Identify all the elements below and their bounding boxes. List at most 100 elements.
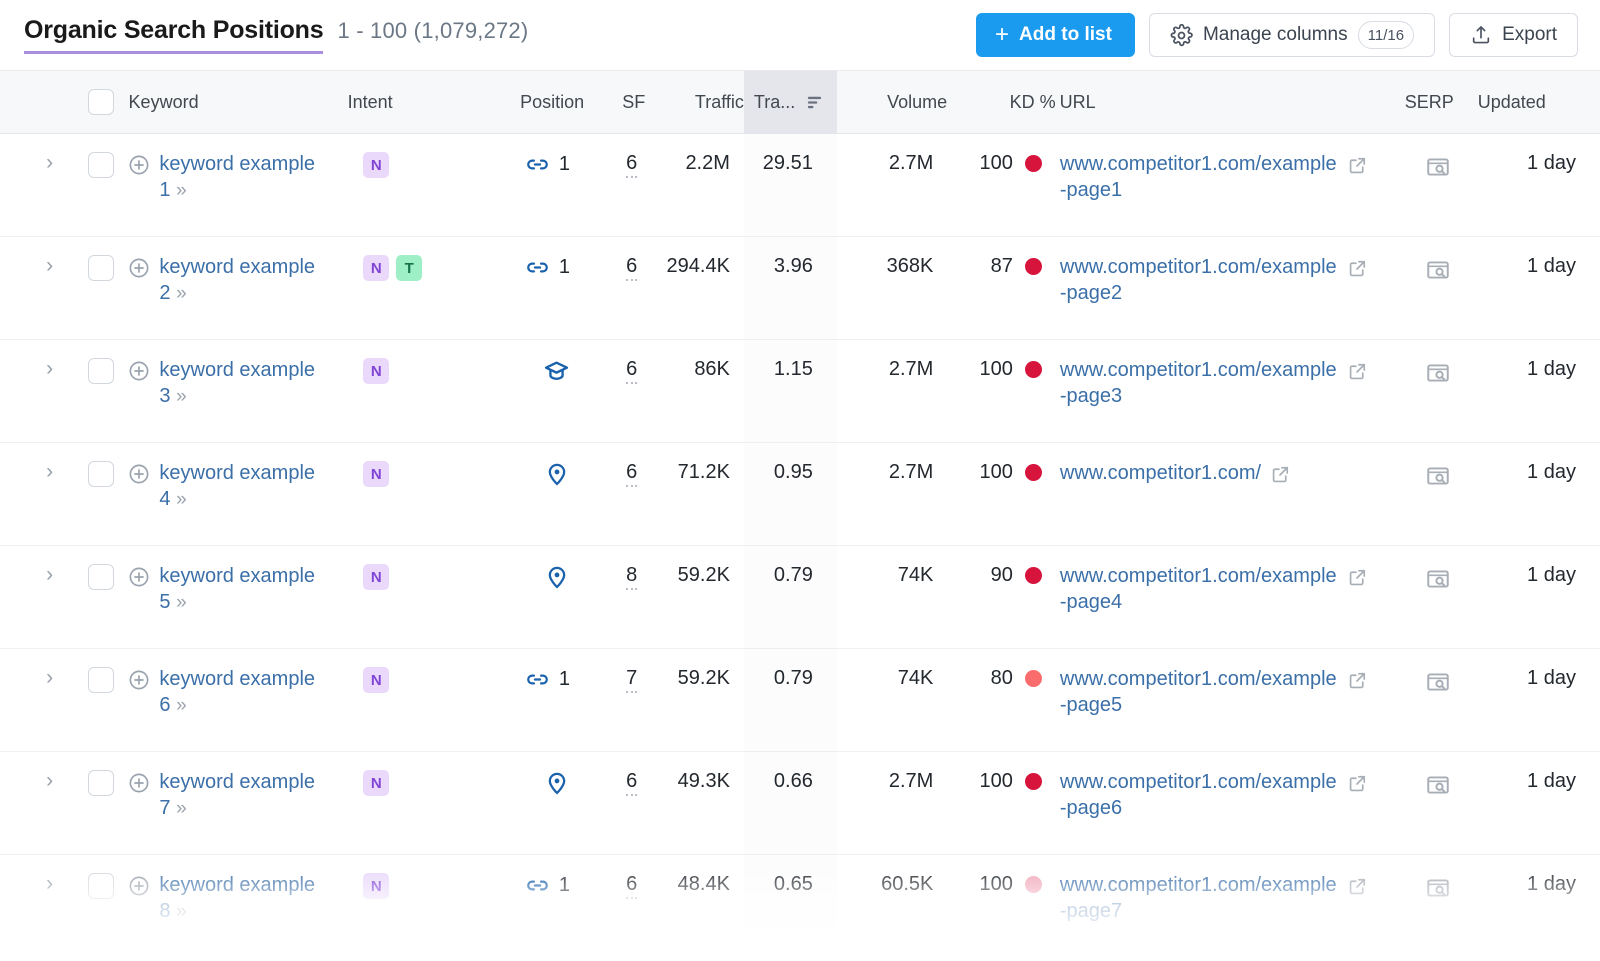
intent-badge-n[interactable]: N bbox=[363, 358, 389, 384]
row-select-cell[interactable] bbox=[77, 855, 124, 958]
add-to-list-button[interactable]: + Add to list bbox=[976, 13, 1135, 57]
intent-badge-n[interactable]: N bbox=[363, 564, 389, 590]
chevron-right-icon[interactable]: › bbox=[46, 873, 53, 894]
row-select-cell[interactable] bbox=[77, 649, 124, 751]
chevron-right-icon[interactable]: › bbox=[46, 667, 53, 688]
row-expand-cell[interactable]: › bbox=[22, 546, 77, 648]
keyword-more-icon[interactable]: » bbox=[176, 180, 186, 201]
row-checkbox[interactable] bbox=[88, 564, 114, 590]
keyword-more-icon[interactable]: » bbox=[176, 386, 186, 407]
url-link[interactable]: www.competitor1.com/example-page2 bbox=[1060, 255, 1338, 306]
url-link[interactable]: www.competitor1.com/example-page5 bbox=[1060, 667, 1338, 718]
row-expand-cell[interactable]: › bbox=[22, 340, 77, 442]
row-expand-cell[interactable]: › bbox=[22, 649, 77, 751]
keyword-link[interactable]: keyword example 5 » bbox=[159, 564, 331, 615]
row-expand-cell[interactable]: › bbox=[22, 443, 77, 545]
chevron-right-icon[interactable]: › bbox=[46, 358, 53, 379]
table-row[interactable]: ›keyword example 4 »N671.2K0.952.7M100ww… bbox=[0, 443, 1600, 546]
row-expand-cell[interactable]: › bbox=[22, 134, 77, 236]
keyword-link[interactable]: keyword example 7 » bbox=[159, 770, 331, 821]
url-link[interactable]: www.competitor1.com/example-page6 bbox=[1060, 770, 1338, 821]
external-link-icon[interactable] bbox=[1347, 258, 1368, 279]
row-checkbox[interactable] bbox=[88, 873, 114, 899]
chevron-right-icon[interactable]: › bbox=[46, 461, 53, 482]
row-checkbox[interactable] bbox=[88, 770, 114, 796]
keyword-link[interactable]: keyword example 1 » bbox=[159, 152, 331, 203]
row-checkbox[interactable] bbox=[88, 358, 114, 384]
keyword-link[interactable]: keyword example 8 » bbox=[159, 873, 331, 924]
header-sf[interactable]: SF bbox=[584, 71, 645, 133]
select-all-checkbox[interactable] bbox=[88, 89, 114, 115]
table-row[interactable]: ›keyword example 1 »N162.2M29.512.7M100w… bbox=[0, 134, 1600, 237]
header-keyword[interactable]: Keyword bbox=[125, 71, 338, 133]
url-link[interactable]: www.competitor1.com/example-page3 bbox=[1060, 358, 1338, 409]
keyword-more-icon[interactable]: » bbox=[176, 489, 186, 510]
external-link-icon[interactable] bbox=[1347, 670, 1368, 691]
url-link[interactable]: www.competitor1.com/example-page7 bbox=[1060, 873, 1338, 924]
keyword-more-icon[interactable]: » bbox=[176, 798, 186, 819]
serp-preview-icon[interactable] bbox=[1425, 154, 1451, 180]
serp-preview-icon[interactable] bbox=[1425, 772, 1451, 798]
intent-badge-t[interactable]: T bbox=[396, 255, 422, 281]
table-row[interactable]: ›keyword example 7 »N649.3K0.662.7M100ww… bbox=[0, 752, 1600, 855]
serp-preview-icon[interactable] bbox=[1425, 463, 1451, 489]
header-serp[interactable]: SERP bbox=[1403, 71, 1474, 133]
manage-columns-button[interactable]: Manage columns 11/16 bbox=[1149, 13, 1435, 57]
table-row[interactable]: ›keyword example 3 »N686K1.152.7M100www.… bbox=[0, 340, 1600, 443]
row-checkbox[interactable] bbox=[88, 461, 114, 487]
row-select-cell[interactable] bbox=[77, 340, 124, 442]
keyword-link[interactable]: keyword example 2 » bbox=[159, 255, 331, 306]
plus-circle-icon[interactable] bbox=[128, 257, 150, 279]
row-select-cell[interactable] bbox=[77, 546, 124, 648]
row-select-cell[interactable] bbox=[77, 752, 124, 854]
header-volume[interactable]: Volume bbox=[837, 71, 947, 133]
table-row[interactable]: ›keyword example 6 »N1759.2K0.7974K80www… bbox=[0, 649, 1600, 752]
keyword-link[interactable]: keyword example 6 » bbox=[159, 667, 331, 718]
row-select-cell[interactable] bbox=[77, 237, 124, 339]
external-link-icon[interactable] bbox=[1270, 464, 1291, 485]
export-button[interactable]: Export bbox=[1449, 13, 1578, 57]
external-link-icon[interactable] bbox=[1347, 773, 1368, 794]
table-row[interactable]: ›keyword example 5 »N859.2K0.7974K90www.… bbox=[0, 546, 1600, 649]
header-traffic[interactable]: Traffic bbox=[645, 71, 744, 133]
intent-badge-n[interactable]: N bbox=[363, 667, 389, 693]
chevron-right-icon[interactable]: › bbox=[46, 255, 53, 276]
chevron-right-icon[interactable]: › bbox=[46, 564, 53, 585]
external-link-icon[interactable] bbox=[1347, 876, 1368, 897]
row-expand-cell[interactable]: › bbox=[22, 855, 77, 958]
header-traffic-percent[interactable]: Tra... bbox=[744, 71, 837, 133]
keyword-more-icon[interactable]: » bbox=[176, 901, 186, 922]
row-checkbox[interactable] bbox=[88, 152, 114, 178]
intent-badge-n[interactable]: N bbox=[363, 873, 389, 899]
chevron-right-icon[interactable]: › bbox=[46, 152, 53, 173]
table-row[interactable]: ›keyword example 8 »N1648.4K0.6560.5K100… bbox=[0, 855, 1600, 958]
header-position[interactable]: Position bbox=[466, 71, 584, 133]
plus-circle-icon[interactable] bbox=[128, 154, 150, 176]
intent-badge-n[interactable]: N bbox=[363, 255, 389, 281]
serp-preview-icon[interactable] bbox=[1425, 875, 1451, 901]
keyword-more-icon[interactable]: » bbox=[176, 283, 186, 304]
keyword-link[interactable]: keyword example 4 » bbox=[159, 461, 331, 512]
serp-preview-icon[interactable] bbox=[1425, 360, 1451, 386]
row-select-cell[interactable] bbox=[77, 134, 124, 236]
plus-circle-icon[interactable] bbox=[128, 772, 150, 794]
intent-badge-n[interactable]: N bbox=[363, 770, 389, 796]
serp-preview-icon[interactable] bbox=[1425, 669, 1451, 695]
plus-circle-icon[interactable] bbox=[128, 566, 150, 588]
header-kd[interactable]: KD % bbox=[947, 71, 1055, 133]
row-select-cell[interactable] bbox=[77, 443, 124, 545]
row-checkbox[interactable] bbox=[88, 255, 114, 281]
header-intent[interactable]: Intent bbox=[338, 71, 466, 133]
intent-badge-n[interactable]: N bbox=[363, 152, 389, 178]
url-link[interactable]: www.competitor1.com/example-page1 bbox=[1060, 152, 1338, 203]
keyword-more-icon[interactable]: » bbox=[176, 695, 186, 716]
external-link-icon[interactable] bbox=[1347, 361, 1368, 382]
serp-preview-icon[interactable] bbox=[1425, 566, 1451, 592]
header-url[interactable]: URL bbox=[1056, 71, 1403, 133]
keyword-more-icon[interactable]: » bbox=[176, 592, 186, 613]
row-expand-cell[interactable]: › bbox=[22, 752, 77, 854]
chevron-right-icon[interactable]: › bbox=[46, 770, 53, 791]
row-checkbox[interactable] bbox=[88, 667, 114, 693]
plus-circle-icon[interactable] bbox=[128, 360, 150, 382]
intent-badge-n[interactable]: N bbox=[363, 461, 389, 487]
